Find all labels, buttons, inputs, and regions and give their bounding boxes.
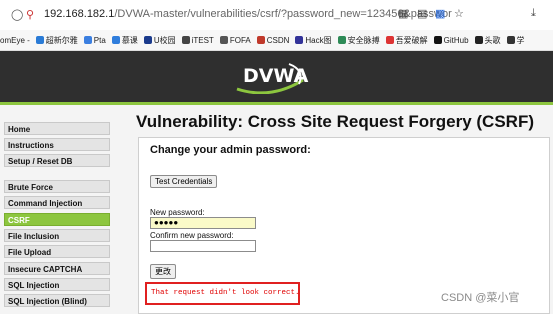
sidebar-item-home[interactable]: Home [4, 122, 110, 135]
csrf-form-panel: Change your admin password: Test Credent… [138, 137, 550, 314]
bookmark-icon [111, 36, 120, 44]
bookmark-icon [433, 36, 442, 44]
sidebar-item-brute-force[interactable]: Brute Force [4, 180, 110, 193]
sidebar-item-sql-injection-blind[interactable]: SQL Injection (Blind) [4, 294, 110, 307]
bookmark-item[interactable]: 安全脉搏 [337, 31, 380, 50]
bookmark-icon [337, 36, 346, 44]
new-password-label: New password: [150, 208, 205, 217]
bookmark-icon [295, 36, 304, 44]
bookmark-item[interactable]: Hack图 [295, 31, 332, 50]
site-header: DVWA [0, 51, 553, 102]
bookmark-item[interactable]: 慕课 [111, 31, 138, 50]
bookmark-label: omEye - [0, 36, 30, 45]
confirm-password-input[interactable] [150, 240, 256, 252]
bookmark-label: 学 [516, 36, 525, 45]
dvwa-logo[interactable]: DVWA [233, 60, 309, 94]
bookmarks-bar: omEye - 超新尔雅 Pta 慕课 U校园 iTEST FOFA CSDN Hack图 安全脉… [0, 30, 553, 51]
bookmark-item[interactable]: Pta [83, 31, 106, 50]
star-icon[interactable]: ☆ [454, 7, 464, 20]
sidebar-item-sql-injection[interactable]: SQL Injection [4, 278, 110, 291]
bookmark-item[interactable]: 吾爱破解 [385, 31, 428, 50]
form-heading: Change your admin password: [150, 144, 311, 156]
bookmark-label: 头歌 [484, 36, 501, 45]
bookmark-icon [474, 36, 483, 44]
bookmark-label: iTEST [191, 36, 214, 45]
bookmark-icon [219, 36, 228, 44]
bookmark-icon [143, 36, 152, 44]
bookmark-label: 安全脉搏 [347, 36, 380, 45]
translate-icon[interactable]: ▩ [435, 7, 445, 20]
bookmark-item[interactable]: iTEST [181, 31, 214, 50]
bookmark-label: 超新尔雅 [45, 36, 78, 45]
download-icon[interactable]: ⤓ [531, 7, 536, 20]
bookmark-label: GitHub [443, 36, 469, 45]
bookmark-item[interactable]: 学 [506, 31, 525, 50]
page-title: Vulnerability: Cross Site Request Forger… [136, 112, 534, 131]
bookmark-item[interactable]: 头歌 [474, 31, 501, 50]
error-message: That request didn't look correct. [151, 289, 300, 297]
shield-icon[interactable]: ◯ [11, 8, 23, 21]
qr-icon[interactable]: ▦ [398, 7, 408, 20]
bookmark-icon [83, 36, 92, 44]
bookmark-icon [256, 36, 265, 44]
sidebar-item-csrf[interactable]: CSRF [4, 213, 110, 226]
logo-text: DVWA [243, 65, 309, 87]
sidebar-item-file-upload[interactable]: File Upload [4, 245, 110, 258]
bookmark-icon [506, 36, 515, 44]
bookmark-icon [385, 36, 394, 44]
bookmark-label: Pta [93, 36, 106, 45]
sidebar-menu: Home Instructions Setup / Reset DB Brute Fo… [0, 105, 113, 312]
bookmark-item[interactable]: 超新尔雅 [35, 31, 78, 50]
bookmark-label: 吾爱破解 [395, 36, 428, 45]
browser-address-bar: ◯ ⚲ 192.168.182.1/DVWA-master/vulnerabil… [0, 0, 553, 30]
sidebar-item-instructions[interactable]: Instructions [4, 138, 110, 151]
bookmark-label: FOFA [229, 36, 251, 45]
bookmark-item[interactable]: omEye - [0, 31, 30, 50]
watermark: CSDN @菜小官 [441, 292, 520, 304]
url-field[interactable]: 192.168.182.1/DVWA-master/vulnerabilitie… [44, 8, 452, 20]
bookmark-item[interactable]: GitHub [433, 31, 469, 50]
bookmark-item[interactable]: CSDN [256, 31, 290, 50]
bookmark-item[interactable]: U校园 [143, 31, 176, 50]
bookmark-item[interactable]: FOFA [219, 31, 251, 50]
lock-slash-icon[interactable]: ⚲ [26, 8, 34, 21]
bookmark-icon [35, 36, 44, 44]
bookmark-label: U校园 [153, 36, 176, 45]
confirm-password-label: Confirm new password: [150, 231, 234, 240]
change-button[interactable]: 更改 [150, 264, 176, 279]
sidebar-item-file-inclusion[interactable]: File Inclusion [4, 229, 110, 242]
error-message-box: That request didn't look correct. [145, 282, 300, 305]
bookmark-icon [181, 36, 190, 44]
url-host: 192.168.182.1 [44, 8, 115, 20]
sidebar-item-insecure-captcha[interactable]: Insecure CAPTCHA [4, 262, 110, 275]
new-password-input[interactable]: ●●●●● [150, 217, 256, 229]
sidebar-item-command-injection[interactable]: Command Injection [4, 196, 110, 209]
bookmark-label: 慕课 [121, 36, 138, 45]
bookmark-label: CSDN [266, 36, 290, 45]
bookmark-label: Hack图 [305, 36, 332, 45]
sidebar-item-setup-reset-db[interactable]: Setup / Reset DB [4, 154, 110, 167]
reader-icon[interactable]: ▤ [417, 7, 427, 20]
test-credentials-button[interactable]: Test Credentials [150, 175, 218, 188]
